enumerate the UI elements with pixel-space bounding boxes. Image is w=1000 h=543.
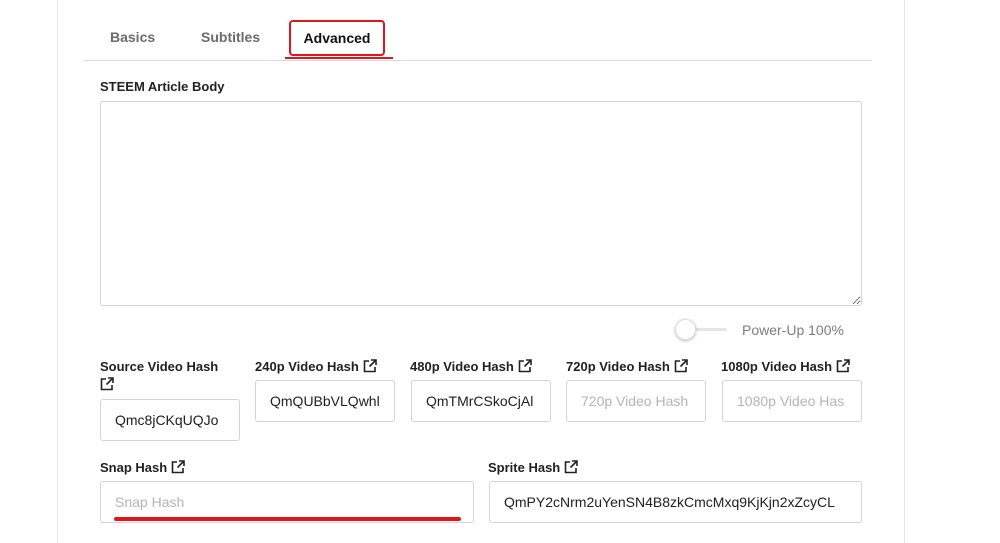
external-link-icon[interactable]: [171, 460, 185, 474]
article-body-textarea[interactable]: [100, 101, 862, 306]
source-hash-label: Source Video Hash: [100, 357, 240, 391]
external-link-icon[interactable]: [564, 460, 579, 474]
tab-bar: Basics Subtitles Advanced: [84, 18, 872, 61]
hash-720p-label: 720p Video Hash: [566, 357, 688, 376]
snap-hash-label: Snap Hash: [100, 458, 185, 477]
active-tab-indicator: [285, 57, 393, 59]
hash-480p-label-text: 480p Video Hash: [410, 359, 514, 374]
external-link-icon[interactable]: [674, 359, 688, 373]
snap-hash-label-text: Snap Hash: [100, 460, 168, 475]
hash-480p-input[interactable]: [411, 380, 551, 422]
power-up-label: Power-Up 100%: [742, 322, 844, 338]
power-up-toggle[interactable]: [675, 319, 729, 341]
snap-hash-highlight-underline: [114, 517, 461, 521]
hash-1080p-label-text: 1080p Video Hash: [721, 359, 833, 374]
hash-720p-label-text: 720p Video Hash: [566, 359, 670, 374]
source-hash-input[interactable]: [100, 399, 240, 441]
external-link-icon[interactable]: [836, 359, 850, 373]
tab-basics[interactable]: Basics: [110, 18, 155, 58]
tab-subtitles[interactable]: Subtitles: [201, 18, 260, 58]
sprite-hash-input[interactable]: [489, 481, 862, 523]
hash-1080p-input[interactable]: [722, 380, 862, 422]
article-body-label: STEEM Article Body: [100, 79, 225, 94]
external-link-icon[interactable]: [518, 359, 532, 373]
external-link-icon[interactable]: [363, 359, 377, 373]
tab-advanced[interactable]: Advanced: [289, 20, 385, 56]
upload-form-card: Basics Subtitles Advanced STEEM Article …: [57, 0, 905, 543]
hash-240p-label: 240p Video Hash: [255, 357, 377, 376]
hash-1080p-label: 1080p Video Hash: [721, 357, 850, 376]
hash-720p-input[interactable]: [566, 380, 706, 422]
sprite-hash-label: Sprite Hash: [488, 458, 579, 477]
hash-240p-label-text: 240p Video Hash: [255, 359, 359, 374]
hash-240p-input[interactable]: [255, 380, 395, 422]
hash-480p-label: 480p Video Hash: [410, 357, 532, 376]
sprite-hash-label-text: Sprite Hash: [488, 460, 561, 475]
external-link-icon[interactable]: [100, 377, 240, 391]
toggle-knob: [675, 319, 696, 340]
source-hash-label-text: Source Video Hash: [100, 359, 219, 374]
